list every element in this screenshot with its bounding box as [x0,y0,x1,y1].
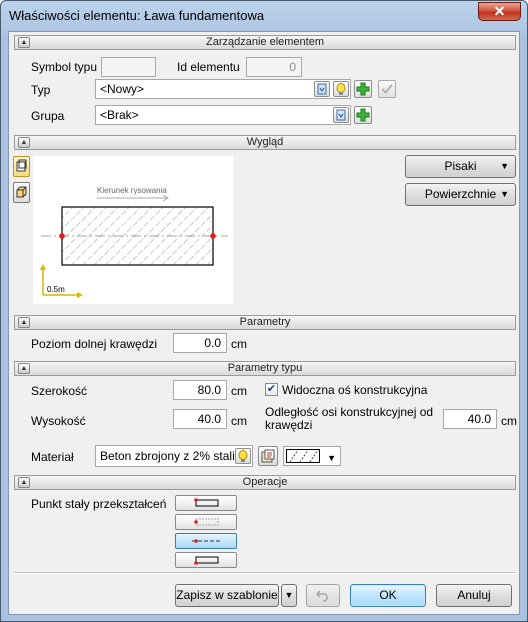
symbol-label: Symbol typu [31,60,98,74]
pens-button-label: Pisaki [444,159,477,173]
unit-label: cm [501,414,517,428]
ok-button[interactable]: OK [350,584,426,607]
width-label: Szerokość [31,384,88,398]
material-value: Beton zbrojony z 2% stali [100,449,235,463]
section-title: Parametry typu [227,362,303,374]
fixed-point-label: Punkt stały przekształceń [31,497,167,511]
section-title: Wygląd [246,136,284,148]
surfaces-button-label: Powierzchnie [424,187,497,201]
axis-distance-input[interactable]: 40.0 [443,409,497,429]
axis-visible-label: Widoczna oś konstrukcyjna [282,383,428,397]
collapse-icon[interactable]: ▲ [18,363,30,374]
bottom-edge-label: Poziom dolnej krawędzi [31,337,158,351]
unit-label: cm [231,414,247,428]
material-select[interactable]: Beton zbrojony z 2% stali [95,445,253,467]
section-appearance-header[interactable]: ▲ Wygląd [14,135,516,150]
type-value: <Nowy> [100,82,145,96]
save-template-dropdown[interactable]: ▼ [281,584,297,607]
fixed-point-center-button[interactable] [175,533,237,549]
material-label: Materiał [31,450,74,464]
undo-button[interactable] [306,584,340,607]
confirm-type-button[interactable] [378,80,396,98]
scale-label: 0.5m [47,285,65,294]
bulb-icon[interactable] [333,81,349,97]
unit-label: cm [231,384,247,398]
width-input[interactable]: 80.0 [173,380,227,400]
dropdown-arrow-icon: ▼ [500,161,509,171]
unit-label: cm [231,337,247,351]
height-label: Wysokość [31,414,86,428]
bulb-icon[interactable] [235,448,251,464]
section-parameters-header[interactable]: ▲ Parametry [14,315,516,330]
close-button[interactable]: ✕ [478,2,521,21]
window-title: Właściwości elementu: Ława fundamentowa [9,8,265,23]
add-type-button[interactable] [354,80,372,98]
section-management-header[interactable]: ▲ Zarządzanie elementem [14,35,516,50]
type-select[interactable]: <Nowy> [95,79,351,99]
fixed-point-bottom-button[interactable] [175,552,237,568]
height-input[interactable]: 40.0 [173,409,227,429]
fixed-point-axis-button[interactable] [175,514,237,530]
surfaces-button[interactable]: Powierzchnie ▼ [405,183,516,206]
pens-button[interactable]: Pisaki ▼ [405,155,516,178]
section-title: Zarządzanie elementem [205,36,324,48]
section-title: Parametry [239,316,291,328]
section-type-parameters-header[interactable]: ▲ Parametry typu [14,361,516,376]
fixed-point-top-button[interactable] [175,495,237,511]
view-3d-button[interactable] [13,182,30,203]
database-icon[interactable] [314,81,330,97]
cancel-button[interactable]: Anuluj [436,584,512,607]
group-select[interactable]: <Brak> [95,105,351,125]
database-icon[interactable] [333,107,349,123]
footer-separator [14,572,516,574]
material-library-button[interactable] [258,446,278,466]
hatch-pattern-select[interactable]: ▼ [283,446,341,466]
dialog-window: Właściwości elementu: Ława fundamentowa … [0,0,528,622]
collapse-icon[interactable]: ▲ [18,477,30,488]
axis-point-left [59,233,65,239]
view-2d-button[interactable] [13,156,30,177]
group-value: <Brak> [100,108,139,122]
id-field[interactable]: 0 [246,57,302,77]
section-operations-header[interactable]: ▲ Operacje [14,475,516,490]
axis-distance-label: Odległość osi konstrukcyjnej od krawędzi [265,405,434,432]
element-preview: Kierunek rysowania 0.5m [33,156,233,304]
section-title: Operacje [242,476,288,488]
hatch-pattern-icon [286,449,320,463]
dropdown-arrow-icon: ▼ [327,453,336,463]
title-bar[interactable]: Właściwości elementu: Ława fundamentowa … [1,1,527,31]
axis-visible-checkbox[interactable]: ✔ [265,383,278,396]
save-template-button[interactable]: Zapisz w szablonie [175,584,279,607]
group-label: Grupa [31,109,65,123]
collapse-icon[interactable]: ▲ [18,137,30,148]
direction-label: Kierunek rysowania [97,186,167,195]
collapse-icon[interactable]: ▲ [18,37,30,48]
axis-point-right [210,233,216,239]
collapse-icon[interactable]: ▲ [18,317,30,328]
symbol-field[interactable] [101,57,156,77]
type-label: Typ [31,83,51,97]
dropdown-arrow-icon: ▼ [500,189,509,199]
add-group-button[interactable] [354,106,372,124]
id-label: Id elementu [177,60,240,74]
dialog-client: ▲ Zarządzanie elementem Symbol typu Id e… [8,31,520,615]
bottom-edge-input[interactable]: 0.0 [173,333,227,353]
